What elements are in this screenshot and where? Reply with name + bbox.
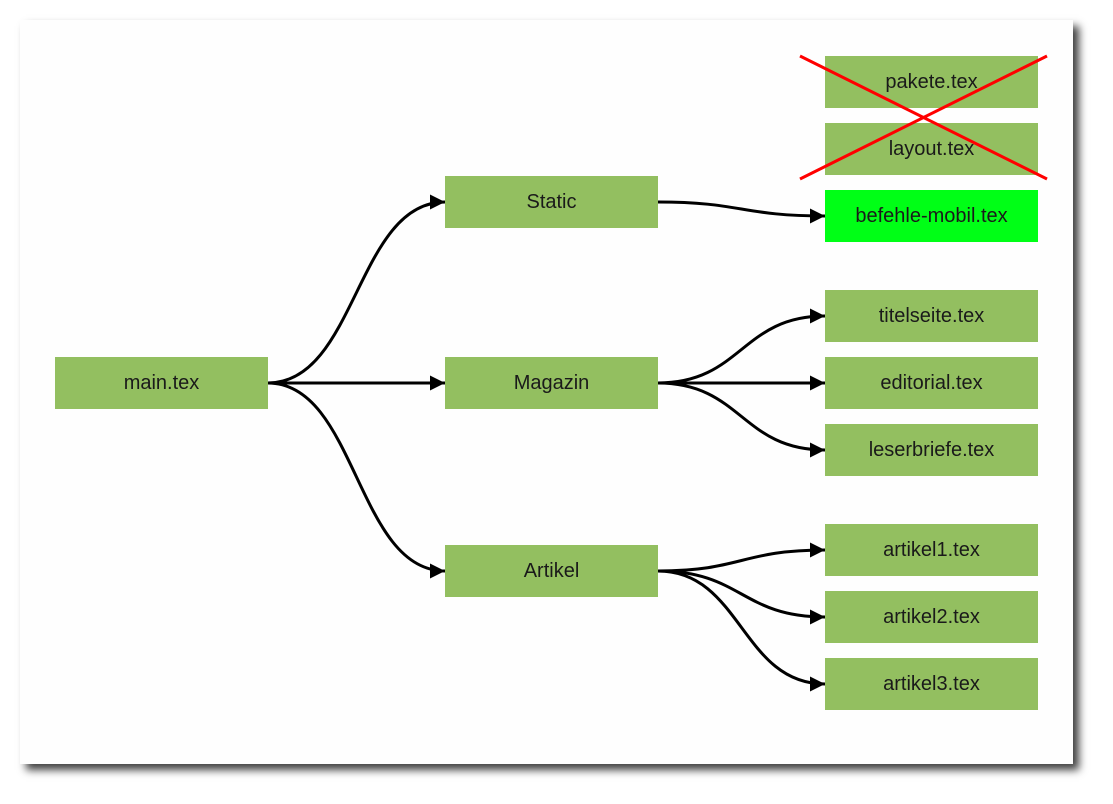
node-pakete: pakete.tex	[825, 56, 1038, 108]
node-label: titelseite.tex	[879, 305, 985, 327]
node-label: pakete.tex	[885, 71, 977, 93]
edge-magazin-to-leserbriefe	[657, 381, 826, 458]
node-leserbriefe: leserbriefe.tex	[825, 424, 1038, 476]
node-editorial: editorial.tex	[825, 357, 1038, 409]
node-label: artikel2.tex	[883, 606, 980, 628]
node-label: Artikel	[524, 560, 580, 582]
edge-artikel-to-artikel2	[657, 569, 826, 625]
node-label: Magazin	[514, 372, 590, 394]
node-label: editorial.tex	[880, 372, 982, 394]
node-titelseite: titelseite.tex	[825, 290, 1038, 342]
node-label: leserbriefe.tex	[869, 439, 995, 461]
node-label: Static	[526, 191, 576, 213]
node-artikel: Artikel	[445, 545, 658, 597]
edge-main-to-artikel	[267, 381, 446, 579]
dependency-diagram: main.tex Static Magazin Artikel pakete.tex la…	[55, 54, 1048, 710]
node-label: artikel3.tex	[883, 673, 980, 695]
node-label: layout.tex	[889, 138, 975, 160]
edge-static-to-befehle	[657, 200, 826, 224]
node-befehle: befehle-mobil.tex	[825, 190, 1038, 242]
node-artikel1: artikel1.tex	[825, 524, 1038, 576]
node-label: artikel1.tex	[883, 539, 980, 561]
edge-artikel-to-artikel1	[657, 542, 826, 573]
node-label: main.tex	[124, 372, 200, 394]
node-static: Static	[445, 176, 658, 228]
node-label: befehle-mobil.tex	[855, 205, 1007, 227]
node-artikel2: artikel2.tex	[825, 591, 1038, 643]
edge-magazin-to-titelseite	[657, 308, 826, 385]
node-main: main.tex	[55, 357, 268, 409]
node-artikel3: artikel3.tex	[825, 658, 1038, 710]
node-magazin: Magazin	[445, 357, 658, 409]
edge-main-to-static	[267, 194, 446, 385]
edge-artikel-to-artikel3	[657, 569, 826, 692]
